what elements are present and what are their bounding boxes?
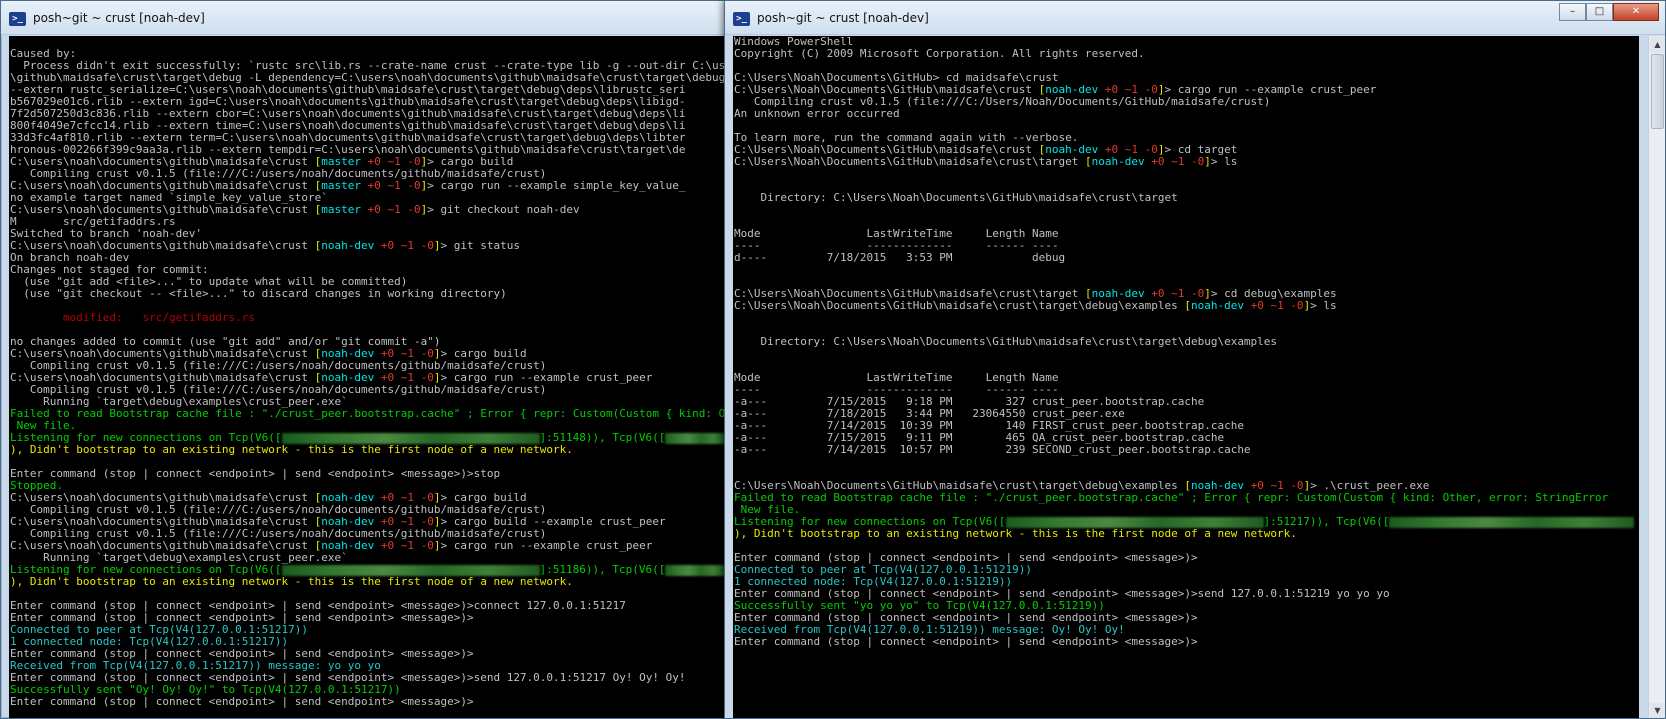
window-controls: – □ ✕ (1559, 3, 1659, 21)
console-line: -a--- 7/14/2015 10:57 PM 239 SECOND_crus… (733, 444, 1639, 456)
console-text: noah-dev (1190, 299, 1244, 312)
console-line: Directory: C:\Users\Noah\Documents\GitHu… (733, 336, 1639, 348)
console-line: C:\Users\Noah\Documents\GitHub\maidsafe\… (733, 156, 1639, 168)
left-terminal-window[interactable]: >_ posh~git ~ crust [noah-dev] Caused by… (0, 0, 728, 719)
console-line: Directory: C:\Users\Noah\Documents\GitHu… (733, 192, 1639, 204)
scroll-down-icon[interactable]: ▼ (1650, 703, 1665, 718)
console-text: [ (1085, 155, 1092, 168)
console-text: Copyright (C) 2009 Microsoft Corporation… (734, 47, 1145, 60)
console-text: +0 ~1 -0 (361, 203, 421, 216)
scroll-up-icon[interactable]: ▲ (1650, 37, 1665, 53)
console-text: ] (1204, 155, 1211, 168)
powershell-icon: >_ (733, 12, 750, 26)
redacted-address (665, 565, 726, 576)
left-title-bar[interactable]: >_ posh~git ~ crust [noah-dev] (1, 1, 727, 35)
console-text: [ (1184, 299, 1191, 312)
console-text: Failed to read Bootstrap cache file : ".… (734, 491, 1609, 504)
console-line: Enter command (stop | connect <endpoint>… (733, 636, 1639, 648)
console-text: > git checkout noah-dev (427, 203, 580, 216)
console-text: Directory: C:\Users\Noah\Documents\GitHu… (734, 335, 1278, 348)
console-line: ), Didn't bootstrap to an existing netwo… (733, 528, 1639, 540)
redacted-address (665, 433, 726, 444)
console-text: +0 ~1 -0 (361, 179, 421, 192)
console-text: An unknown error occurred (734, 107, 900, 120)
console-line: Failed to read Bootstrap cache file : ".… (9, 408, 727, 420)
right-window-title: posh~git ~ crust [noah-dev] (757, 11, 929, 25)
console-line: Enter command (stop | connect <endpoint>… (9, 468, 727, 480)
right-console-output[interactable]: Windows PowerShell Copyright (C) 2009 Mic… (733, 36, 1639, 718)
console-text: > ls (1310, 299, 1337, 312)
console-text: +0 ~1 -0 (1243, 299, 1304, 312)
console-text: noah-dev (1091, 155, 1145, 168)
redacted-address (281, 565, 540, 576)
console-text: Enter command (stop | connect <endpoint>… (734, 635, 1198, 648)
console-text: Directory: C:\Users\Noah\Documents\GitHu… (734, 191, 1178, 204)
console-text: > cargo run --example crust_peer (440, 539, 653, 552)
console-text: +0 ~1 -0 (374, 239, 434, 252)
console-line: (use "git checkout -- <file>..." to disc… (9, 288, 727, 300)
console-text: > cargo run --example simple_key_value_ (427, 179, 686, 192)
close-button[interactable]: ✕ (1613, 3, 1659, 21)
console-text: Failed to read Bootstrap cache file : ".… (10, 407, 727, 420)
redacted-address (281, 433, 540, 444)
console-text: modified: src/getifaddrs.rs (10, 311, 256, 324)
console-line: modified: src/getifaddrs.rs (9, 312, 727, 324)
console-text: -a--- 7/14/2015 10:57 PM 239 SECOND_crus… (734, 443, 1251, 456)
scroll-thumb[interactable] (1651, 54, 1664, 129)
minimize-button[interactable]: – (1559, 3, 1586, 21)
console-text: Enter command (stop | connect <endpoint>… (10, 467, 501, 480)
console-line: ), Didn't bootstrap to an existing netwo… (9, 576, 727, 588)
console-line: An unknown error occurred (733, 108, 1639, 120)
console-text: ), Didn't bootstrap to an existing netwo… (734, 527, 1297, 540)
console-text: d---- 7/18/2015 3:53 PM debug (734, 251, 1066, 264)
console-text: (use "git checkout -- <file>..." to disc… (10, 287, 507, 300)
vertical-scrollbar[interactable]: ▲ ▼ (1648, 36, 1665, 718)
console-text: C:\Users\Noah\Documents\GitHub\maidsafe\… (734, 155, 1085, 168)
console-line: Copyright (C) 2009 Microsoft Corporation… (733, 48, 1639, 60)
console-line: d---- 7/18/2015 3:53 PM debug (733, 252, 1639, 264)
console-line: ), Didn't bootstrap to an existing netwo… (9, 444, 727, 456)
console-text: ), Didn't bootstrap to an existing netwo… (10, 443, 573, 456)
console-text: > git status (440, 239, 520, 252)
redacted-address (1005, 517, 1264, 528)
right-terminal-window[interactable]: >_ posh~git ~ crust [noah-dev] – □ ✕ Win… (724, 0, 1666, 719)
left-console-output[interactable]: Caused by: Process didn't exit successfu… (9, 36, 727, 718)
console-line: Enter command (stop | connect <endpoint>… (9, 696, 727, 708)
redacted-address (1389, 517, 1635, 528)
console-text: +0 ~1 -0 (1144, 155, 1205, 168)
console-text: > ls (1210, 155, 1238, 168)
powershell-icon: >_ (9, 12, 26, 26)
console-line: C:\Users\Noah\Documents\GitHub\maidsafe\… (733, 300, 1639, 312)
console-text: C:\Users\Noah\Documents\GitHub\maidsafe\… (734, 299, 1185, 312)
right-title-bar[interactable]: >_ posh~git ~ crust [noah-dev] – □ ✕ (725, 1, 1665, 35)
console-text: ), Didn't bootstrap to an existing netwo… (10, 575, 573, 588)
console-line: Failed to read Bootstrap cache file : ".… (733, 492, 1639, 504)
maximize-button[interactable]: □ (1586, 3, 1613, 21)
console-text: Enter command (stop | connect <endpoint>… (10, 695, 474, 708)
left-window-title: posh~git ~ crust [noah-dev] (33, 11, 205, 25)
console-text: noah-dev (321, 239, 375, 252)
console-text: master (321, 203, 362, 216)
console-text: +0 ~1 -0 (374, 539, 434, 552)
